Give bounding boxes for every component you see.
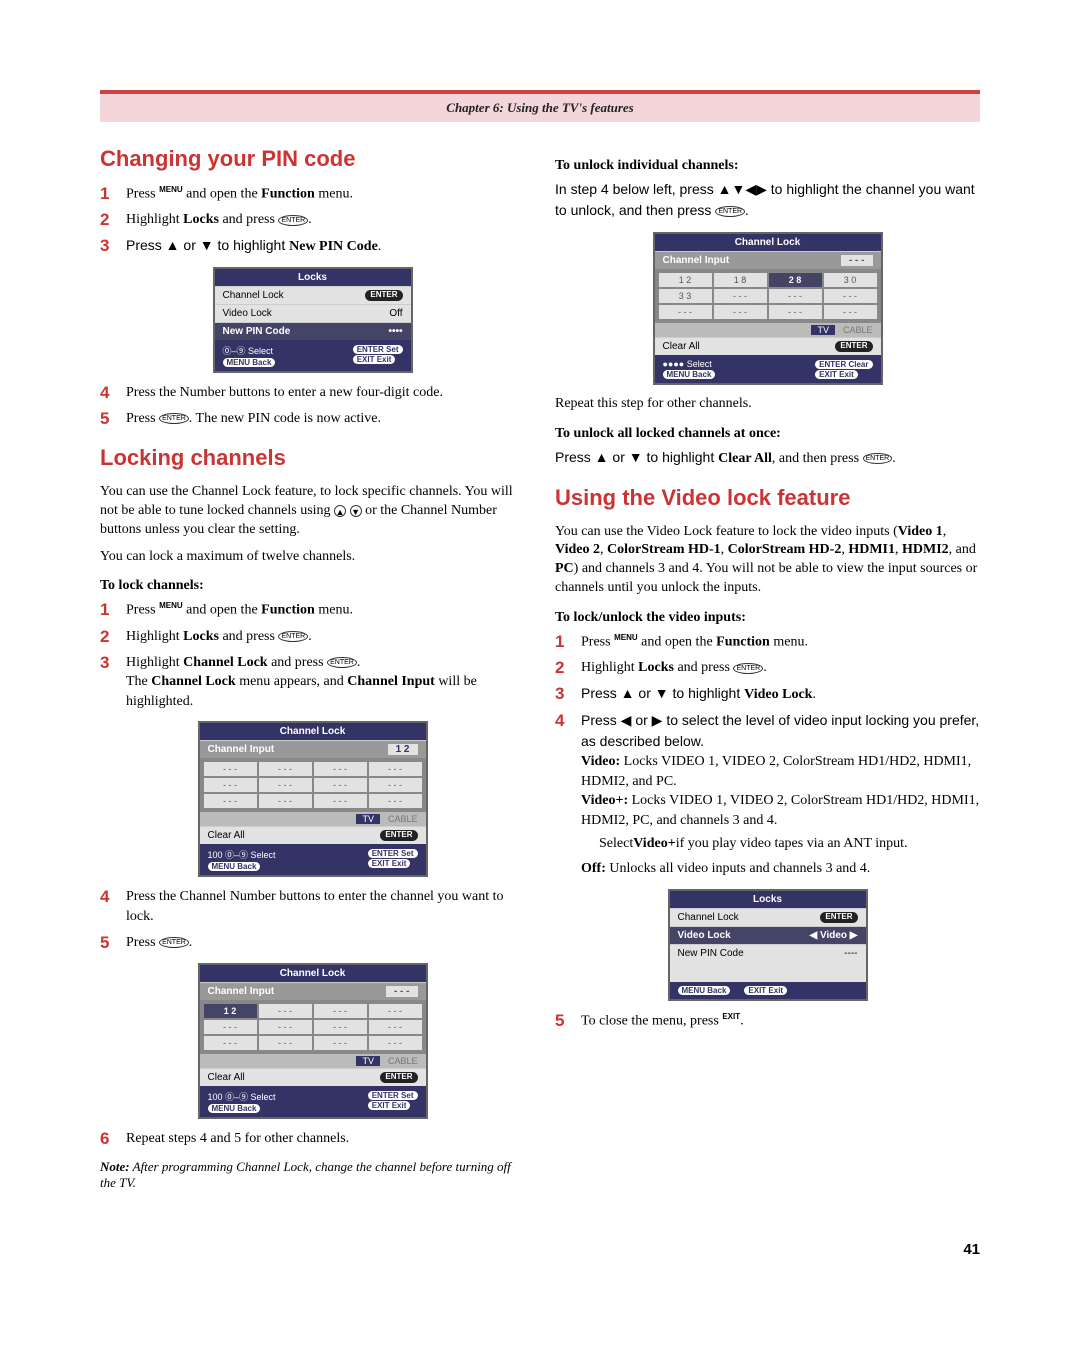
osd-channel-lock-2: Channel Lock Channel Input- - - 1 2- - -… (198, 963, 428, 1119)
lock-step-1: 1 Press MENU and open the Function menu. (100, 600, 525, 620)
lock-step-2: 2 Highlight Locks and press ENTER. (100, 627, 525, 647)
heading-change-pin: Changing your PIN code (100, 146, 525, 172)
pin-step-3: 3 Press ▲ or ▼ to highlight New PIN Code… (100, 236, 525, 257)
right-column: To unlock individual channels: In step 4… (555, 146, 980, 1191)
heading-video-lock: Using the Video lock feature (555, 485, 980, 511)
page-number: 41 (100, 1241, 980, 1258)
video-step-1: 1 Press MENU and open the Function menu. (555, 632, 980, 652)
heading-locking-channels: Locking channels (100, 445, 525, 471)
enter-icon: ENTER (159, 937, 189, 948)
lock-desc-1: You can use the Channel Lock feature, to… (100, 483, 525, 540)
pin-step-2: 2 Highlight Locks and press ENTER. (100, 210, 525, 230)
pin-step-1: 1 Press MENU and open the Function menu. (100, 184, 525, 204)
enter-icon: ENTER (278, 631, 308, 642)
ch-up-icon: ▲ (334, 505, 346, 517)
lock-step-5: 5 Press ENTER. (100, 933, 525, 953)
video-step-5: 5 To close the menu, press EXIT. (555, 1011, 980, 1031)
left-column: Changing your PIN code 1 Press MENU and … (100, 146, 525, 1191)
enter-icon: ENTER (863, 453, 893, 464)
menu-key-icon: MENU (614, 633, 638, 642)
osd-unlock: Channel Lock Channel Input- - - 1 21 82 … (653, 232, 883, 385)
enter-icon: ENTER (159, 413, 189, 424)
enter-icon: ENTER (733, 663, 763, 674)
video-step-4: 4 Press ◀ or ▶ to select the level of vi… (555, 711, 980, 879)
enter-icon: ENTER (715, 206, 745, 217)
step-number: 2 (100, 210, 126, 230)
subhead-lock-channels: To lock channels: (100, 578, 525, 594)
pin-step-4: 4 Press the Number buttons to enter a ne… (100, 383, 525, 403)
menu-key-icon: MENU (159, 601, 183, 610)
ch-down-icon: ▼ (350, 505, 362, 517)
osd-video-lock: Locks Channel LockENTER Video Lock◀ Vide… (668, 889, 868, 1001)
lock-step-3: 3 Highlight Channel Lock and press ENTER… (100, 653, 525, 712)
video-step-3: 3 Press ▲ or ▼ to highlight Video Lock. (555, 684, 980, 705)
step-number: 1 (100, 184, 126, 204)
lock-desc-2: You can lock a maximum of twelve channel… (100, 548, 525, 567)
step-number: 5 (100, 409, 126, 429)
osd-channel-lock-1: Channel Lock Channel Input1 2 - - -- - -… (198, 721, 428, 877)
unlock-desc: In step 4 below left, press ▲▼◀▶ to high… (555, 180, 980, 222)
video-step-2: 2 Highlight Locks and press ENTER. (555, 658, 980, 678)
repeat-text: Repeat this step for other channels. (555, 395, 980, 414)
note: Note: After programming Channel Lock, ch… (100, 1159, 525, 1191)
subhead-unlock-all: To unlock all locked channels at once: (555, 426, 980, 442)
lock-step-6: 6 Repeat steps 4 and 5 for other channel… (100, 1129, 525, 1149)
lock-step-4: 4 Press the Channel Number buttons to en… (100, 887, 525, 926)
video-desc: You can use the Video Lock feature to lo… (555, 523, 980, 599)
step-number: 4 (100, 383, 126, 403)
osd-title: Locks (215, 269, 411, 286)
pin-step-5: 5 Press ENTER. The new PIN code is now a… (100, 409, 525, 429)
menu-key-icon: MENU (159, 185, 183, 194)
subhead-unlock-individual: To unlock individual channels: (555, 158, 980, 174)
unlock-all-desc: Press ▲ or ▼ to highlight Clear All, and… (555, 448, 980, 469)
chapter-header: Chapter 6: Using the TV's features (100, 90, 980, 122)
exit-key-icon: EXIT (722, 1012, 740, 1021)
video-bullet: Select Video+ if you play video tapes vi… (599, 835, 980, 854)
content-columns: Changing your PIN code 1 Press MENU and … (100, 146, 980, 1191)
subhead-video-lock: To lock/unlock the video inputs: (555, 610, 980, 626)
step-number: 3 (100, 236, 126, 256)
enter-icon: ENTER (278, 215, 308, 226)
enter-icon: ENTER (327, 657, 357, 668)
osd-locks-menu: Locks Channel LockENTER Video LockOff Ne… (213, 267, 413, 373)
